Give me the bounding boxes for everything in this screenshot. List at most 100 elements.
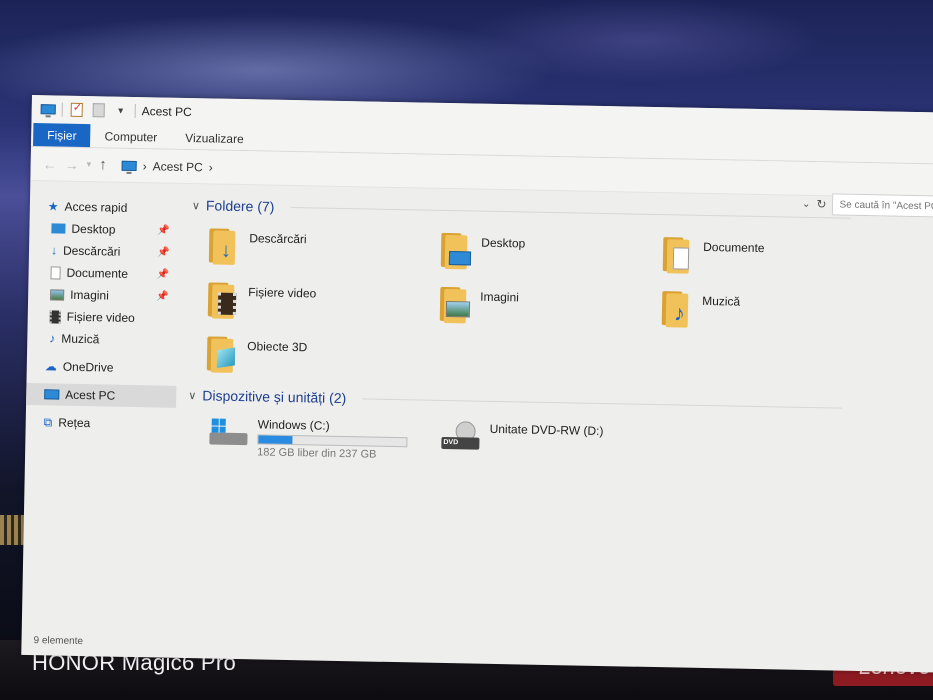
desktop-folder-icon (439, 229, 474, 270)
pin-icon[interactable]: 📌 (156, 291, 169, 302)
divider (61, 102, 63, 117)
folder-tile-pictures[interactable]: Imagini (438, 283, 661, 335)
window-title: Acest PC (141, 104, 192, 120)
address-actions: ⌄ ↻ (802, 193, 933, 219)
folder-label: Muzică (702, 293, 741, 309)
folder-tile-3d-objects[interactable]: Obiecte 3D (205, 332, 438, 384)
folder-label: Obiecte 3D (247, 339, 308, 355)
sidebar-item-videos[interactable]: Fișiere video (28, 305, 178, 330)
drive-usage-bar (257, 434, 408, 448)
sidebar-item-label: Acces rapid (64, 199, 128, 215)
sidebar-item-label: Acest PC (65, 387, 116, 403)
videos-folder-icon (206, 278, 241, 319)
sidebar-item-desktop[interactable]: Desktop 📌 (29, 217, 179, 242)
drive-list: Windows (C:) 182 GB liber din 237 GB DVD… (209, 416, 933, 472)
folder-label: Fișiere video (248, 285, 317, 301)
search-input[interactable] (832, 193, 933, 219)
sidebar-item-label: Fișiere video (66, 309, 135, 326)
chevron-down-icon[interactable]: ∨ (188, 389, 196, 402)
windows-drive-icon (209, 416, 250, 449)
picture-icon (50, 288, 65, 301)
sidebar-item-label: Muzică (61, 331, 100, 347)
sidebar-item-this-pc[interactable]: Acest PC (26, 382, 177, 408)
status-item-count: 9 elemente (33, 635, 84, 648)
divider (290, 206, 851, 219)
navigation-pane: ★ Acces rapid Desktop 📌 ↓ Descărcări 📌 D… (22, 181, 180, 624)
sidebar-item-label: Imagini (70, 287, 109, 303)
download-arrow-icon: ↓ (50, 243, 58, 258)
sidebar-item-label: Desktop (71, 221, 116, 237)
sidebar-item-network[interactable]: ⧉ Rețea (26, 411, 176, 436)
breadcrumb-item[interactable]: Acest PC (153, 159, 203, 174)
tab-computer[interactable]: Computer (90, 124, 171, 149)
sidebar-item-documents[interactable]: Documente 📌 (28, 261, 178, 286)
folder-label: Documente (703, 239, 765, 256)
breadcrumb-separator-icon: › (142, 158, 147, 173)
pin-icon[interactable]: 📌 (156, 269, 169, 280)
sidebar-item-label: Descărcări (62, 243, 121, 259)
folder-tile-music[interactable]: ♪ Muzică (660, 287, 881, 339)
folder-tile-downloads[interactable]: ↓ Descărcări (207, 224, 440, 276)
pin-icon[interactable]: 📌 (157, 247, 170, 258)
new-folder-icon[interactable] (91, 103, 107, 118)
recent-locations-icon[interactable]: ▾ (87, 159, 92, 170)
up-arrow-icon[interactable]: ↑ (99, 156, 107, 173)
file-explorer-window: ▾ Acest PC Fișier Computer Vizualizare ←… (21, 95, 933, 673)
properties-icon[interactable] (69, 102, 85, 117)
star-icon: ★ (47, 199, 59, 214)
refresh-icon[interactable]: ↻ (816, 197, 826, 211)
address-dropdown-icon[interactable]: ⌄ (802, 198, 811, 209)
chevron-down-icon[interactable]: ∨ (192, 199, 200, 212)
tab-view[interactable]: Vizualizare (171, 126, 258, 151)
folder-tile-desktop[interactable]: Desktop (439, 229, 662, 281)
sidebar-item-downloads[interactable]: ↓ Descărcări 📌 (29, 239, 179, 264)
3d-objects-folder-icon (205, 332, 240, 373)
this-pc-icon (44, 389, 60, 400)
back-arrow-icon[interactable]: ← (43, 156, 57, 172)
folder-grid: ↓ Descărcări Desktop Documente Fișiere v… (205, 224, 933, 395)
drive-tile-d[interactable]: DVD Unitate DVD-RW (D:) (441, 421, 604, 465)
pin-icon[interactable]: 📌 (157, 225, 170, 236)
drive-label: Unitate DVD-RW (D:) (489, 421, 604, 439)
sidebar-item-music[interactable]: ♪ Muzică (27, 327, 177, 352)
divider (362, 397, 843, 409)
drive-free-space: 182 GB liber din 237 GB (257, 446, 377, 461)
sidebar-item-pictures[interactable]: Imagini 📌 (28, 283, 178, 308)
group-title: Dispozitive și unități (2) (202, 387, 347, 407)
breadcrumb-chevron-icon[interactable]: › (209, 160, 213, 174)
drive-info: Windows (C:) 182 GB liber din 237 GB (257, 417, 408, 461)
document-icon (50, 265, 61, 280)
forward-arrow-icon[interactable]: → (65, 156, 79, 172)
this-pc-icon (40, 102, 56, 116)
documents-folder-icon (661, 233, 696, 274)
tab-file[interactable]: Fișier (33, 123, 91, 148)
folder-tile-videos[interactable]: Fișiere video (206, 278, 439, 330)
folder-label: Imagini (480, 289, 520, 305)
divider (134, 103, 136, 118)
sidebar-item-label: Documente (66, 265, 129, 281)
desktop-icon (51, 223, 66, 234)
pictures-folder-icon (438, 283, 473, 324)
dvd-tag: DVD (443, 438, 459, 447)
cloud-icon: ☁ (44, 359, 57, 374)
downloads-folder-icon: ↓ (207, 224, 242, 265)
folder-label: Descărcări (249, 231, 307, 247)
drive-label: Windows (C:) (257, 417, 330, 433)
folder-tile-documents[interactable]: Documente (661, 233, 882, 285)
content-pane: ∨ Foldere (7) ↓ Descărcări Desktop Docum… (172, 184, 933, 639)
drive-tile-c[interactable]: Windows (C:) 182 GB liber din 237 GB (209, 416, 408, 461)
this-pc-icon (121, 158, 137, 172)
dvd-drive-icon: DVD (441, 421, 482, 454)
folder-label: Desktop (481, 235, 526, 251)
sidebar-item-label: OneDrive (62, 359, 114, 375)
explorer-body: ★ Acces rapid Desktop 📌 ↓ Descărcări 📌 D… (22, 181, 933, 639)
music-note-icon: ♪ (49, 331, 56, 346)
sidebar-item-label: Rețea (58, 415, 91, 431)
film-strip-icon (49, 309, 61, 324)
customize-toolbar-icon[interactable]: ▾ (113, 104, 129, 118)
sidebar-item-onedrive[interactable]: ☁ OneDrive (27, 355, 177, 380)
network-icon: ⧉ (43, 414, 53, 429)
group-title: Foldere (7) (205, 197, 275, 215)
drive-usage-fill (258, 435, 293, 445)
sidebar-item-quick-access[interactable]: ★ Acces rapid (30, 195, 180, 220)
